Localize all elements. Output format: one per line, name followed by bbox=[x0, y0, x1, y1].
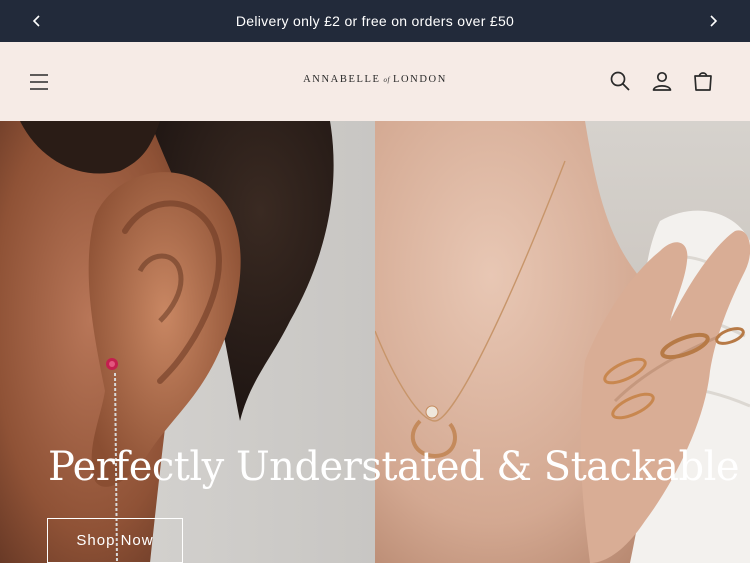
chevron-left-icon bbox=[32, 15, 40, 27]
logo-word-of: of bbox=[383, 76, 390, 84]
announcement-text: Delivery only £2 or free on orders over … bbox=[235, 13, 515, 29]
search-icon bbox=[610, 71, 630, 91]
site-logo[interactable]: ANNABELLE of LONDON bbox=[0, 74, 750, 85]
cart-button[interactable] bbox=[691, 69, 715, 93]
logo-word-annabelle: ANNABELLE bbox=[303, 74, 381, 85]
hero-banner: Perfectly Understated & Stackable Shop N… bbox=[0, 121, 750, 563]
account-button[interactable] bbox=[650, 69, 674, 93]
user-icon bbox=[652, 71, 672, 91]
hero-image-necklace-rings bbox=[375, 121, 750, 563]
shop-now-button[interactable]: Shop Now bbox=[47, 518, 183, 563]
announcement-next-button[interactable] bbox=[703, 11, 723, 31]
chevron-right-icon bbox=[710, 15, 718, 27]
shopping-bag-icon bbox=[694, 72, 712, 91]
site-header: ANNABELLE of LONDON bbox=[0, 42, 750, 121]
announcement-prev-button[interactable] bbox=[27, 11, 47, 31]
hero-image-earring bbox=[0, 121, 375, 563]
announcement-bar: Delivery only £2 or free on orders over … bbox=[0, 0, 750, 42]
hero-title: Perfectly Understated & Stackable bbox=[48, 444, 740, 490]
search-button[interactable] bbox=[608, 69, 632, 93]
logo-word-london: LONDON bbox=[392, 74, 447, 85]
